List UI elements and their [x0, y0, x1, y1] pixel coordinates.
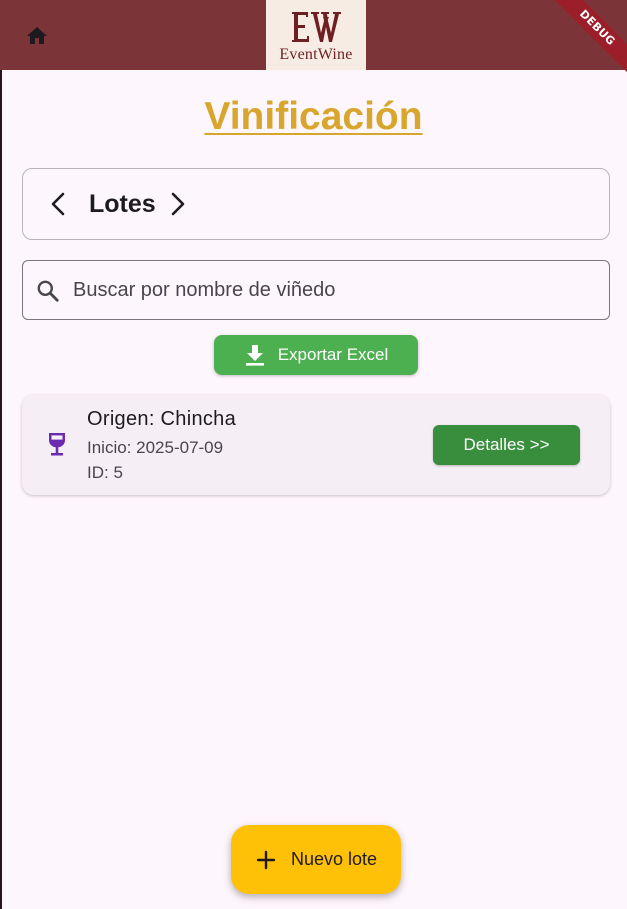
chevron-left-icon: [51, 192, 65, 216]
section-selector: Lotes: [22, 168, 610, 240]
search-icon: [37, 280, 59, 302]
app-page: EventWine DEBUG Vinificación Lotes Busca…: [0, 0, 627, 909]
export-excel-button[interactable]: Exportar Excel: [214, 335, 418, 375]
new-lot-button[interactable]: Nuevo lote: [231, 825, 401, 894]
wine-glass-icon: [49, 433, 65, 456]
lot-card: Origen: Chincha Inicio: 2025-07-09 ID: 5…: [22, 395, 610, 495]
app-bar: EventWine DEBUG: [0, 0, 627, 75]
logo-text: EventWine: [279, 45, 353, 63]
lot-id: ID: 5: [87, 463, 123, 482]
page-title: Vinificación: [204, 95, 423, 138]
search-field[interactable]: [22, 260, 610, 320]
home-button[interactable]: [20, 19, 54, 53]
next-section-button[interactable]: [163, 189, 193, 219]
home-icon: [27, 27, 47, 44]
debug-label: DEBUG: [550, 0, 627, 75]
new-lot-label: Nuevo lote: [290, 849, 378, 869]
eventwine-logo: EventWine: [266, 0, 366, 70]
previous-section-button[interactable]: [43, 189, 73, 219]
export-excel-label: Exportar Excel: [277, 345, 389, 364]
lot-origin: Origen: Chincha: [87, 408, 237, 430]
section-label: Lotes: [89, 190, 156, 218]
search-input[interactable]: [73, 271, 593, 309]
debug-banner: DEBUG: [547, 0, 627, 80]
lot-start-date: Inicio: 2025-07-09: [87, 438, 224, 457]
download-icon: [245, 345, 264, 366]
details-button[interactable]: Detalles >>: [433, 425, 580, 465]
logo-mark: [288, 9, 344, 45]
plus-icon: [256, 850, 276, 869]
chevron-right-icon: [171, 192, 185, 216]
